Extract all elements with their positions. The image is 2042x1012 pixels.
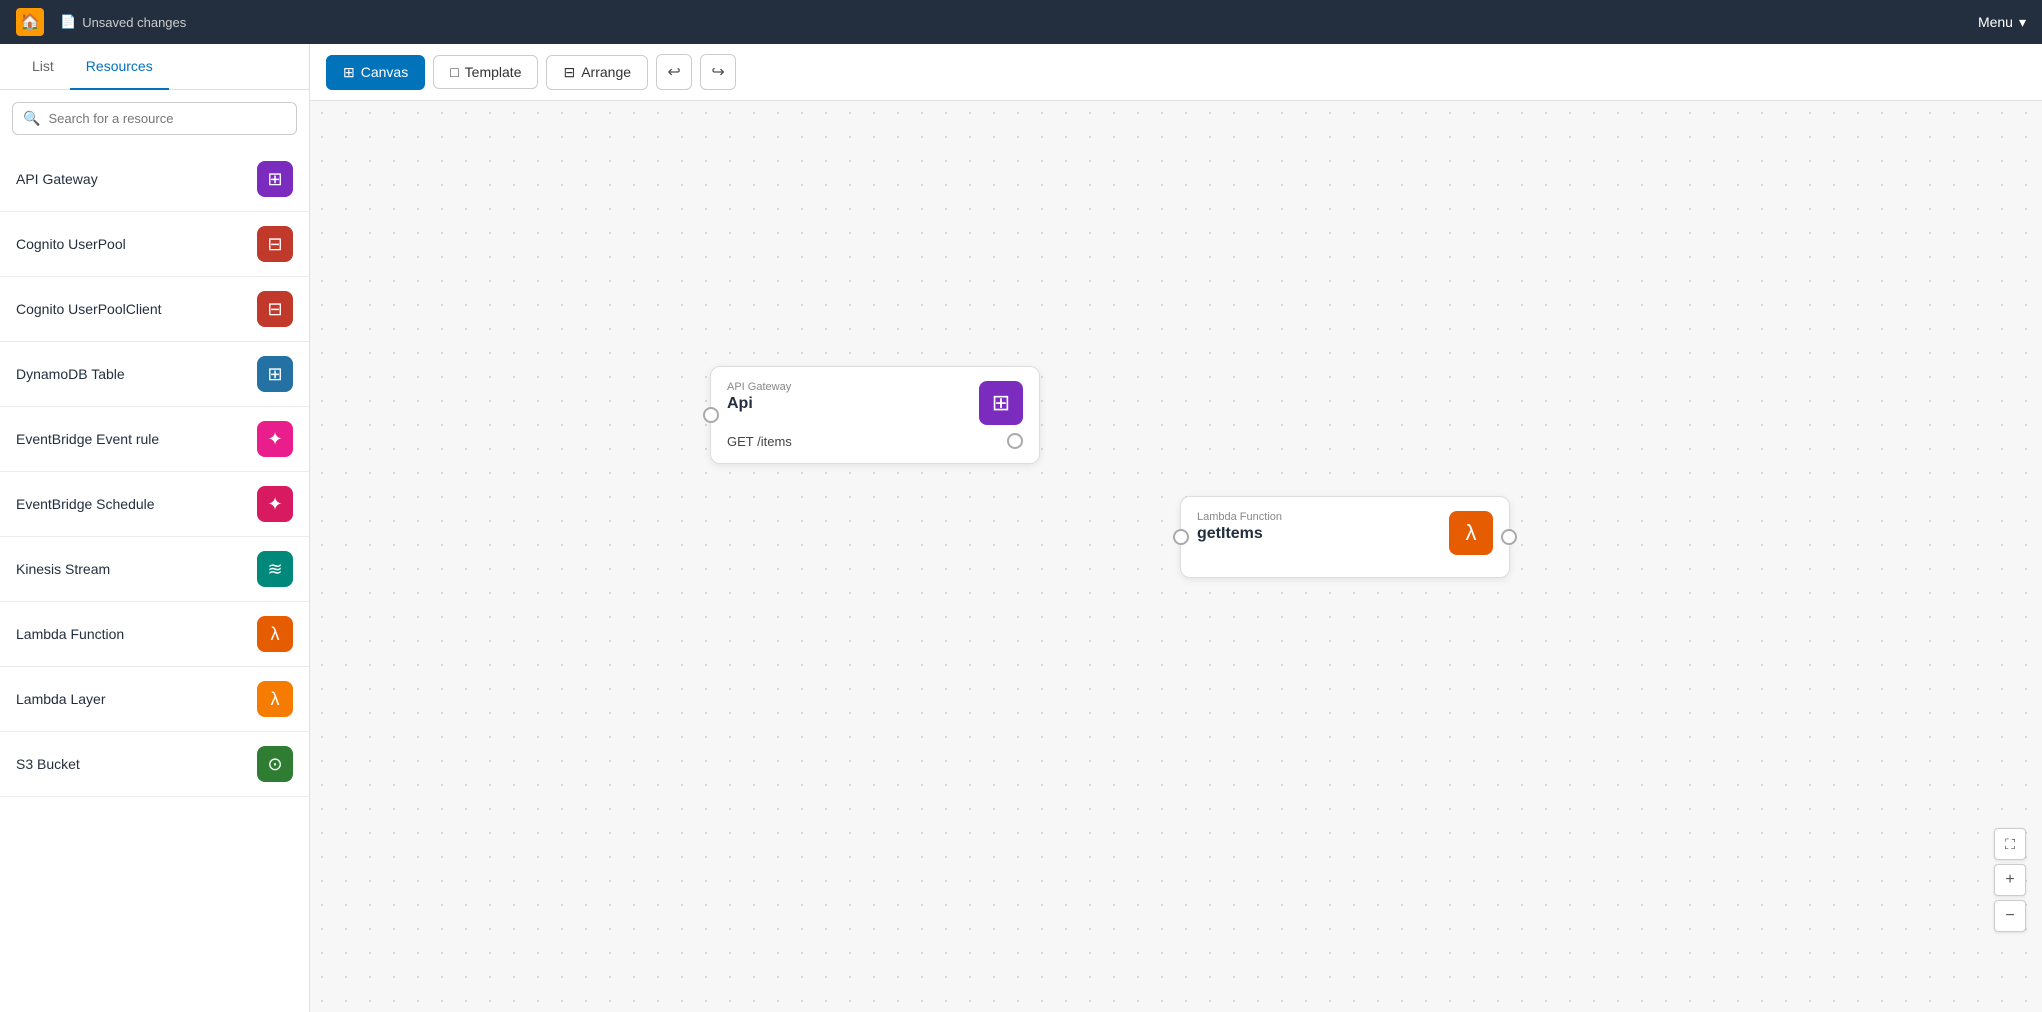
main-layout: List Resources 🔍 API Gateway ⊞ Cognito U… [0, 44, 2042, 1012]
node-info: Lambda Function getItems [1197, 511, 1439, 543]
resource-icon: ✦ [257, 421, 293, 457]
list-item[interactable]: Cognito UserPoolClient ⊟ [0, 277, 309, 342]
list-item[interactable]: DynamoDB Table ⊞ [0, 342, 309, 407]
unsaved-changes-label: 📄 Unsaved changes [60, 14, 186, 30]
topbar: 🏠 📄 Unsaved changes Menu ▾ [0, 0, 2042, 44]
search-input[interactable] [48, 111, 286, 126]
list-item[interactable]: S3 Bucket ⊙ [0, 732, 309, 797]
resource-icon: λ [257, 616, 293, 652]
list-item[interactable]: EventBridge Event rule ✦ [0, 407, 309, 472]
menu-button[interactable]: Menu ▾ [1978, 14, 2026, 31]
arrange-button[interactable]: ⊟ Arrange [546, 55, 648, 90]
canvas-button[interactable]: ⊞ Canvas [326, 55, 425, 90]
node-api-gateway[interactable]: API Gateway Api ⊞ GET /items [710, 366, 1040, 464]
node-lambda-fn[interactable]: Lambda Function getItems λ [1180, 496, 1510, 578]
redo-button[interactable]: ↪ [700, 54, 736, 90]
resource-icon: ⊟ [257, 226, 293, 262]
canvas-toolbar: ⊞ Canvas □ Template ⊟ Arrange ↩ ↪ [310, 44, 2042, 101]
list-item[interactable]: Cognito UserPool ⊟ [0, 212, 309, 277]
canvas-area: ⊞ Canvas □ Template ⊟ Arrange ↩ ↪ [310, 44, 2042, 1012]
resource-name: EventBridge Schedule [16, 496, 155, 512]
list-item[interactable]: Lambda Layer λ [0, 667, 309, 732]
search-wrapper[interactable]: 🔍 [12, 102, 297, 135]
canvas-grid-icon: ⊞ [343, 64, 355, 81]
node-name: getItems [1197, 525, 1439, 543]
node-icon: λ [1449, 511, 1493, 555]
zoom-out-button[interactable]: − [1994, 900, 2026, 932]
fullscreen-button[interactable]: ⛶ [1994, 828, 2026, 860]
resource-name: Cognito UserPoolClient [16, 301, 162, 317]
node-header: API Gateway Api ⊞ [727, 381, 1023, 425]
arrange-icon: ⊟ [563, 64, 575, 81]
fullscreen-icon: ⛶ [2005, 836, 2015, 853]
zoom-in-button[interactable]: + [1994, 864, 2026, 896]
unsaved-icon: 📄 [60, 14, 76, 30]
node-type: Lambda Function [1197, 511, 1439, 523]
template-button[interactable]: □ Template [433, 55, 538, 89]
list-item[interactable]: Lambda Function λ [0, 602, 309, 667]
template-icon: □ [450, 64, 458, 80]
resource-name: Cognito UserPool [16, 236, 126, 252]
home-button[interactable]: 🏠 [16, 8, 44, 36]
right-connector[interactable] [1007, 433, 1023, 449]
resource-icon: ≋ [257, 551, 293, 587]
node-endpoint: GET /items [727, 433, 1023, 449]
search-container: 🔍 [0, 90, 309, 147]
sidebar: List Resources 🔍 API Gateway ⊞ Cognito U… [0, 44, 310, 1012]
resource-name: EventBridge Event rule [16, 431, 159, 447]
zoom-in-icon: + [2005, 871, 2014, 889]
undo-icon: ↩ [667, 62, 680, 82]
resource-name: API Gateway [16, 171, 98, 187]
topbar-left: 🏠 📄 Unsaved changes [16, 8, 186, 36]
search-icon: 🔍 [23, 110, 40, 127]
zoom-out-icon: − [2005, 907, 2014, 925]
left-connector[interactable] [703, 407, 719, 423]
list-item[interactable]: API Gateway ⊞ [0, 147, 309, 212]
resource-name: Lambda Function [16, 626, 124, 642]
node-header: Lambda Function getItems λ [1197, 511, 1493, 555]
tab-list[interactable]: List [16, 44, 70, 90]
endpoint-label: GET /items [727, 434, 792, 449]
redo-icon: ↪ [711, 62, 724, 82]
node-type: API Gateway [727, 381, 969, 393]
resource-name: Lambda Layer [16, 691, 106, 707]
chevron-down-icon: ▾ [2019, 14, 2026, 31]
resource-name: S3 Bucket [16, 756, 80, 772]
right-connector-side[interactable] [1501, 529, 1517, 545]
list-item[interactable]: EventBridge Schedule ✦ [0, 472, 309, 537]
resource-icon: ⊞ [257, 161, 293, 197]
tab-resources[interactable]: Resources [70, 44, 169, 90]
resource-icon: ⊞ [257, 356, 293, 392]
resource-name: DynamoDB Table [16, 366, 125, 382]
zoom-controls: ⛶ + − [1994, 828, 2026, 932]
canvas[interactable]: ⛶ + − API Gateway Api ⊞ GET /items [310, 101, 2042, 1012]
node-info: API Gateway Api [727, 381, 969, 413]
undo-button[interactable]: ↩ [656, 54, 692, 90]
resource-icon: ✦ [257, 486, 293, 522]
left-connector[interactable] [1173, 529, 1189, 545]
list-item[interactable]: Kinesis Stream ≋ [0, 537, 309, 602]
sidebar-tabs: List Resources [0, 44, 309, 90]
resource-icon: ⊙ [257, 746, 293, 782]
resource-list: API Gateway ⊞ Cognito UserPool ⊟ Cognito… [0, 147, 309, 1012]
node-icon: ⊞ [979, 381, 1023, 425]
node-name: Api [727, 395, 969, 413]
resource-icon: ⊟ [257, 291, 293, 327]
resource-icon: λ [257, 681, 293, 717]
resource-name: Kinesis Stream [16, 561, 110, 577]
